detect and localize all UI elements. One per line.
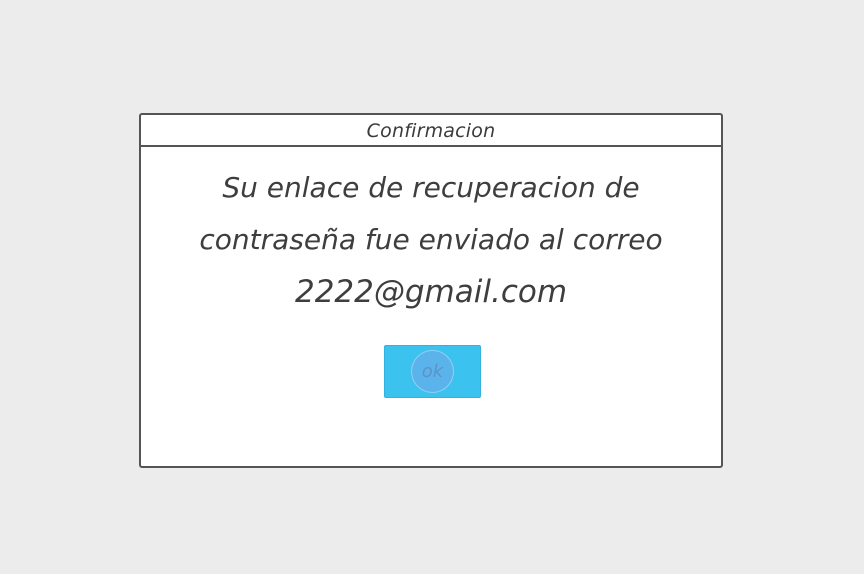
email-address: 2222@gmail.com [294, 274, 568, 310]
ok-button-highlight: ok [411, 350, 454, 393]
ok-button-label: ok [421, 360, 444, 382]
message-line-1: Su enlace de recuperacion de [222, 171, 640, 204]
message-line-2: contraseña fue enviado al correo [199, 223, 663, 256]
dialog-header: Confirmacion [141, 115, 721, 147]
message: Su enlace de recuperacion de contraseña … [141, 162, 721, 318]
confirmation-dialog: Confirmacion Su enlace de recuperacion d… [139, 113, 723, 468]
ok-button[interactable]: ok [384, 345, 481, 398]
dialog-title: Confirmacion [366, 119, 496, 142]
